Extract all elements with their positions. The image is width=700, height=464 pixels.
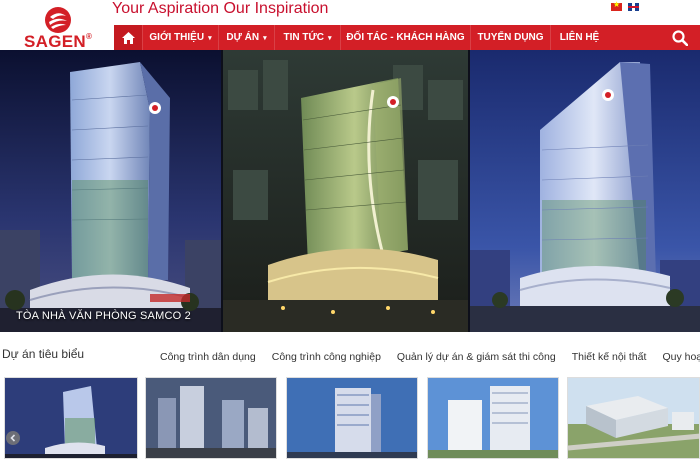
- chevron-down-icon: ▾: [208, 34, 212, 42]
- tab-cong-trinh-cong-nghiep[interactable]: Công trình công nghiệp: [272, 351, 381, 363]
- page: SAGEN® Your Aspiration Our Inspiration G…: [0, 0, 700, 464]
- main-nav: GIỚI THIỆU ▾ DỰ ÁN ▾ TIN TỨC ▾ ĐỐI TÁC - KH…: [114, 25, 700, 50]
- chevron-down-icon: ▾: [263, 34, 267, 42]
- section-title: Dự án tiêu biểu: [2, 347, 85, 361]
- tagline: Your Aspiration Our Inspiration: [112, 0, 329, 17]
- nav-item-tuyen-dung[interactable]: TUYỂN DỤNG: [470, 25, 550, 50]
- chevron-left-icon: [10, 434, 16, 442]
- search-icon: [672, 29, 688, 46]
- project-thumbnail[interactable]: [286, 377, 418, 459]
- logo[interactable]: SAGEN®: [22, 2, 102, 51]
- nav-item-label: TIN TỨC: [283, 32, 324, 43]
- tab-quan-ly-du-an[interactable]: Quản lý dự án & giám sát thi công: [397, 351, 556, 363]
- tab-quy-hoach[interactable]: Quy hoạch: [662, 351, 700, 363]
- nav-item-doi-tac-khach-hang[interactable]: ĐỐI TÁC - KHÁCH HÀNG: [340, 25, 470, 50]
- nav-item-lien-he[interactable]: LIÊN HỆ: [550, 25, 608, 50]
- project-thumbnails: [0, 377, 700, 464]
- project-thumbnail[interactable]: [427, 377, 559, 459]
- nav-item-label: LIÊN HỆ: [559, 32, 600, 43]
- nav-item-tin-tuc[interactable]: TIN TỨC ▾: [274, 25, 340, 50]
- project-thumbnail[interactable]: [145, 377, 277, 459]
- carousel-prev-button[interactable]: [6, 431, 20, 445]
- sagen-logo-icon: [45, 7, 71, 33]
- nav-item-label: TUYỂN DỤNG: [477, 32, 544, 43]
- vietnam-flag-icon[interactable]: [611, 0, 622, 11]
- hero-caption[interactable]: TÒA NHÀ VĂN PHÒNG SAMCO 2: [16, 310, 191, 322]
- nav-item-label: GIỚI THIỆU: [149, 32, 205, 43]
- hero-image-2: [223, 50, 468, 332]
- project-thumbnail[interactable]: [4, 377, 138, 459]
- search-button[interactable]: [660, 25, 700, 50]
- hero-image-3: [470, 50, 700, 332]
- logo-text: SAGEN®: [24, 32, 93, 51]
- tab-thiet-ke-noi-that[interactable]: Thiết kế nội thất: [572, 351, 647, 363]
- nav-item-label: DỰ ÁN: [226, 32, 260, 43]
- nav-item-gioi-thieu[interactable]: GIỚI THIỆU ▾: [142, 25, 218, 50]
- hero-image-1: [0, 50, 221, 332]
- language-switcher: [611, 0, 639, 11]
- nav-home[interactable]: [114, 25, 142, 50]
- nav-item-label: ĐỐI TÁC - KHÁCH HÀNG: [346, 32, 465, 43]
- uk-flag-icon[interactable]: [628, 3, 639, 11]
- featured-projects-header: Dự án tiêu biểu Công trình dân dụng Công…: [0, 344, 700, 366]
- hero-slider[interactable]: TÒA NHÀ VĂN PHÒNG SAMCO 2: [0, 50, 700, 332]
- home-icon: [121, 31, 135, 44]
- tab-cong-trinh-dan-dung[interactable]: Công trình dân dụng: [160, 351, 256, 363]
- nav-item-du-an[interactable]: DỰ ÁN ▾: [218, 25, 274, 50]
- project-category-tabs: Công trình dân dụng Công trình công nghi…: [160, 351, 700, 363]
- project-thumbnail[interactable]: [567, 377, 700, 459]
- chevron-down-icon: ▾: [328, 34, 332, 42]
